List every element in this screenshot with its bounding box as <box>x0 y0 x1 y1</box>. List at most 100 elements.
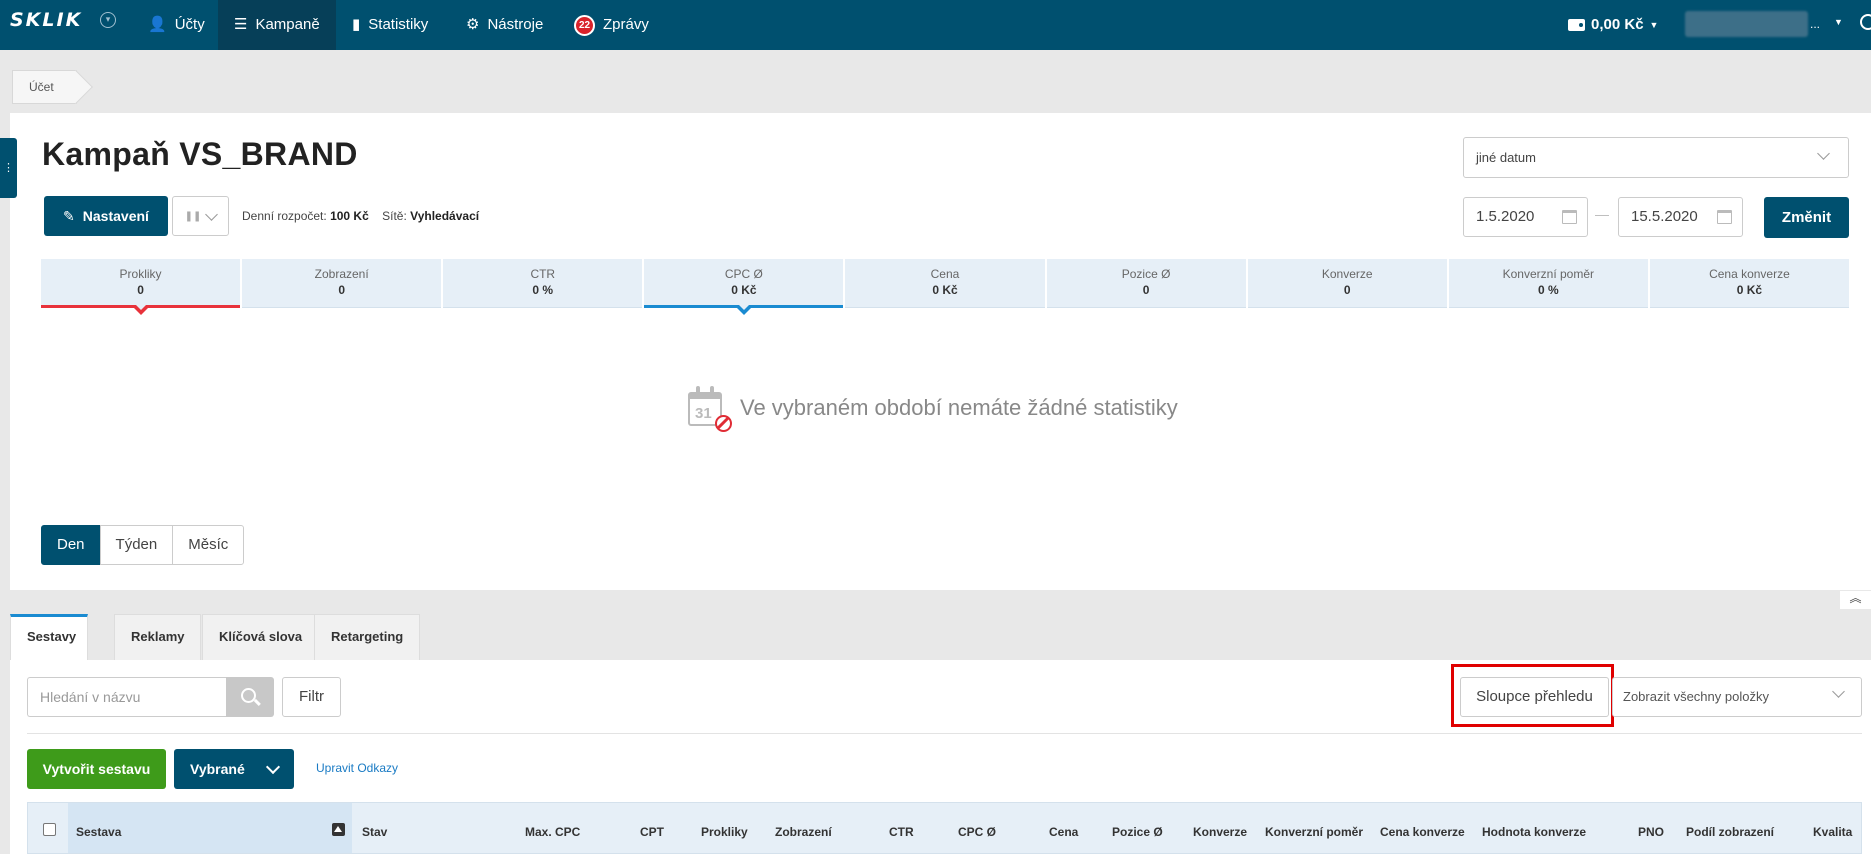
col-impression-share[interactable]: Podíl zobrazení <box>1686 825 1774 839</box>
date-from-value: 1.5.2020 <box>1476 208 1535 225</box>
create-set-button[interactable]: Vytvořit sestavu <box>27 749 166 789</box>
stat-label: Konverzní poměr <box>1502 267 1595 281</box>
col-pno[interactable]: PNO <box>1638 825 1664 839</box>
col-conversion-cost[interactable]: Cena konverze <box>1380 825 1465 839</box>
stat-clicks[interactable]: Prokliky 0 <box>41 259 241 315</box>
stat-value: 0 <box>338 283 345 297</box>
stat-label: CPC Ø <box>724 267 763 281</box>
tab-ads[interactable]: Reklamy <box>114 614 202 660</box>
period-month[interactable]: Měsíc <box>172 525 245 565</box>
show-items-select[interactable]: Zobrazit všechny položky <box>1612 677 1862 717</box>
search-icon <box>241 688 256 703</box>
stat-position[interactable]: Pozice Ø 0 <box>1046 259 1246 308</box>
col-position[interactable]: Pozice Ø <box>1112 825 1163 839</box>
page-title: Kampaň VS_BRAND <box>42 136 358 172</box>
show-items-value: Zobrazit všechny položky <box>1623 689 1769 704</box>
col-cpt[interactable]: CPT <box>640 825 664 839</box>
stat-value: 0 <box>1142 283 1150 297</box>
select-all-checkbox[interactable] <box>43 823 56 836</box>
stat-cost[interactable]: Cena 0 Kč <box>845 259 1045 308</box>
sklik-logo[interactable]: SKLIK <box>10 9 82 31</box>
collapse-up-icon[interactable]: ︽ <box>1840 591 1871 609</box>
col-cpc[interactable]: CPC Ø <box>958 825 996 839</box>
user-name-blurred[interactable] <box>1685 11 1808 37</box>
col-conversion-value[interactable]: Hodnota konverze <box>1482 825 1586 839</box>
search-icon[interactable] <box>1860 14 1871 30</box>
stat-value: 0 Kč <box>1736 283 1763 297</box>
col-conversions[interactable]: Konverze <box>1193 825 1247 839</box>
period-toggle: Den Týden Měsíc <box>41 525 245 565</box>
wallet-icon <box>1568 19 1585 31</box>
calendar-icon[interactable] <box>1717 210 1732 224</box>
tab-retargeting[interactable]: Retargeting <box>314 614 421 660</box>
stat-impressions[interactable]: Zobrazení 0 <box>242 259 442 308</box>
nav-campaigns[interactable]: ☰ Kampaně <box>218 0 336 50</box>
stat-conversions[interactable]: Konverze 0 <box>1247 259 1447 308</box>
date-from-input[interactable]: 1.5.2020 <box>1463 197 1588 237</box>
col-clicks[interactable]: Prokliky <box>701 825 748 839</box>
stat-conversion-cost[interactable]: Cena konverze 0 Kč <box>1649 259 1849 308</box>
campaign-meta: Denní rozpočet: 100 Kč Sítě: Vyhledávací <box>242 209 479 223</box>
col-set[interactable]: Sestava <box>76 825 121 839</box>
highlight-box <box>1451 664 1614 727</box>
period-week[interactable]: Týden <box>99 525 174 565</box>
stat-cpc[interactable]: CPC Ø 0 Kč <box>644 259 844 315</box>
col-ctr[interactable]: CTR <box>889 825 914 839</box>
user-caret-icon[interactable]: ▼ <box>1834 17 1843 27</box>
change-date-button[interactable]: Změnit <box>1764 197 1849 238</box>
col-status[interactable]: Stav <box>362 825 387 839</box>
nav-tools[interactable]: ⚙ Nástroje <box>450 0 559 50</box>
tab-keywords[interactable]: Klíčová slova <box>202 614 320 660</box>
date-range-select[interactable]: jiné datum <box>1463 137 1849 178</box>
networks-label: Sítě: <box>382 209 407 223</box>
sort-asc-icon[interactable] <box>332 823 345 836</box>
breadcrumb-item: Účet <box>29 80 54 94</box>
side-panel-toggle-icon[interactable]: ⋮ <box>0 138 17 198</box>
messages-badge-icon: 22 <box>574 14 595 36</box>
col-max-cpc[interactable]: Max. CPC <box>525 825 580 839</box>
chevron-down-icon <box>205 207 219 221</box>
budget-value: 100 Kč <box>330 209 369 223</box>
pencil-icon: ✎ <box>63 207 75 224</box>
col-quality[interactable]: Kvalita <box>1813 825 1852 839</box>
stat-label: Cena <box>930 267 960 281</box>
stat-label: CTR <box>530 267 556 281</box>
networks-value: Vyhledávací <box>410 209 480 223</box>
budget-label: Denní rozpočet: <box>242 209 327 223</box>
chevron-down-icon <box>1832 685 1845 698</box>
search-button[interactable] <box>226 677 274 717</box>
nav-accounts[interactable]: 👤 Účty <box>132 0 221 50</box>
selected-arrow-icon <box>133 305 148 315</box>
breadcrumb[interactable]: Účet <box>12 70 77 104</box>
col-conversion-rate[interactable]: Konverzní poměr <box>1265 825 1363 839</box>
nav-statistics[interactable]: ▮ Statistiky <box>336 0 444 50</box>
pause-dropdown-button[interactable]: ❚❚ <box>172 196 229 236</box>
toolbar-divider <box>27 733 1862 734</box>
date-to-value: 15.5.2020 <box>1631 208 1698 225</box>
chevron-down-icon <box>1817 147 1830 160</box>
nav-messages[interactable]: 22 Zprávy <box>558 0 665 50</box>
filter-button[interactable]: Filtr <box>282 677 341 717</box>
settings-button[interactable]: ✎ Nastavení <box>44 196 168 236</box>
chevron-down-icon[interactable]: ▾ <box>100 12 116 28</box>
empty-state: 31 Ve vybraném období nemáte žádné stati… <box>686 386 1178 432</box>
nav-messages-label: Zprávy <box>603 16 649 33</box>
balance-menu[interactable]: 0,00 Kč ▼ <box>1568 0 1658 50</box>
selected-actions-button[interactable]: Vybrané <box>174 749 294 789</box>
search-input[interactable]: Hledání v názvu <box>27 677 227 717</box>
stat-value: 0 % <box>1537 283 1559 297</box>
tab-sets[interactable]: Sestavy <box>10 614 88 660</box>
table-header: Sestava Stav Max. CPC CPT Prokliky Zobra… <box>27 802 1862 854</box>
stat-value: 0 <box>1343 283 1351 297</box>
edit-links-link[interactable]: Upravit Odkazy <box>316 761 398 775</box>
stat-value: 0 Kč <box>731 283 757 297</box>
calendar-icon[interactable] <box>1562 210 1577 224</box>
date-to-input[interactable]: 15.5.2020 <box>1618 197 1743 237</box>
stat-label: Zobrazení <box>314 267 369 281</box>
empty-state-text: Ve vybraném období nemáte žádné statisti… <box>740 395 1178 420</box>
col-cost[interactable]: Cena <box>1049 825 1078 839</box>
stat-ctr[interactable]: CTR 0 % <box>443 259 643 308</box>
col-impressions[interactable]: Zobrazení <box>775 825 832 839</box>
period-day[interactable]: Den <box>41 525 101 565</box>
stat-conversion-rate[interactable]: Konverzní poměr 0 % <box>1448 259 1648 308</box>
